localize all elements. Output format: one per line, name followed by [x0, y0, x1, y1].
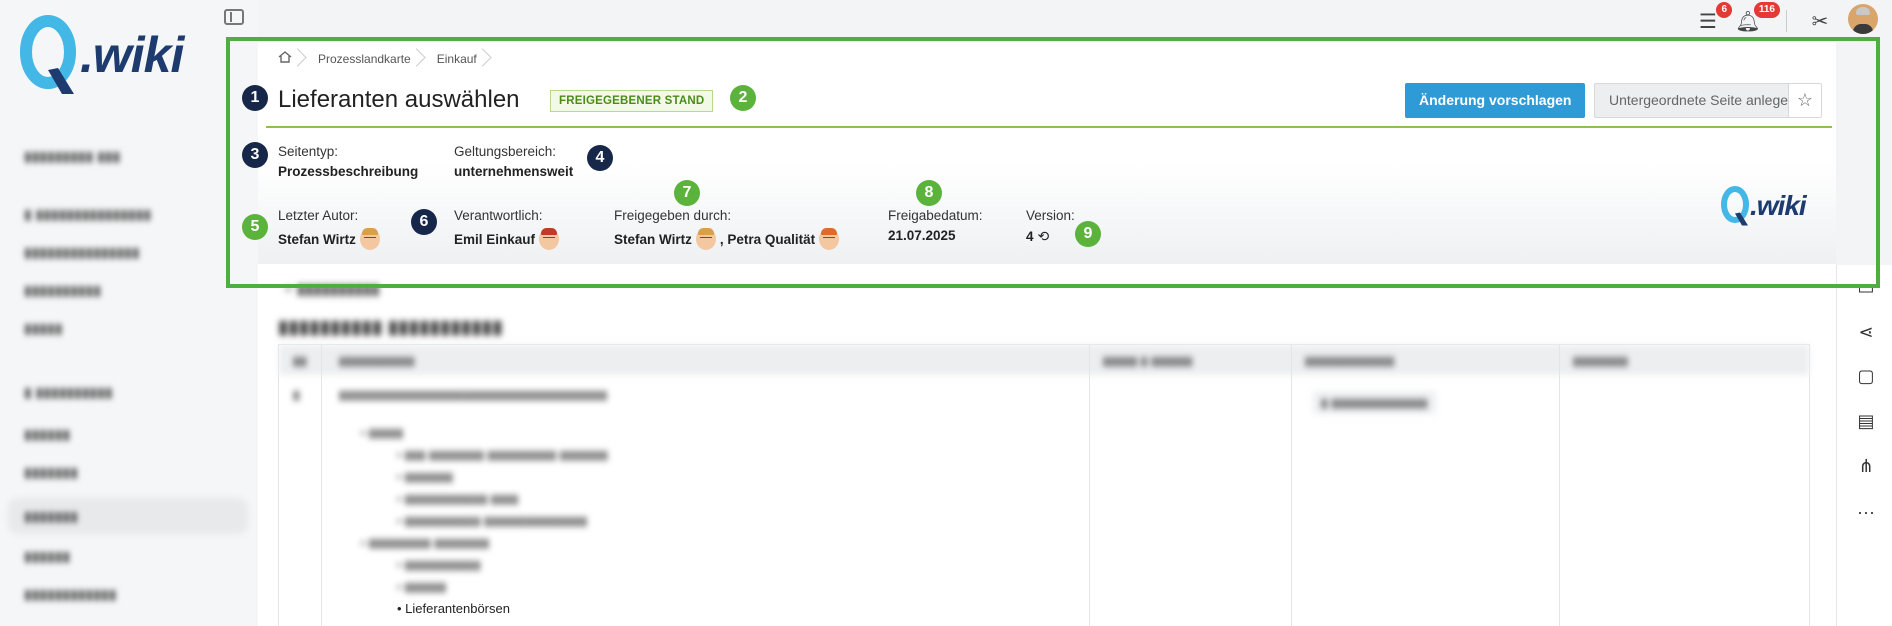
qwiki-logo[interactable]: .wiki: [18, 14, 184, 96]
collapsed-section[interactable]: + ▮▮▮▮▮▮▮▮▮▮: [284, 280, 379, 298]
main-content: Prozesslandkarte Einkauf Lieferanten aus…: [258, 42, 1836, 626]
share-icon[interactable]: ⋖: [1855, 321, 1877, 343]
meta-approved-by: Freigegeben durch: Stefan Wirtz , Petra …: [614, 208, 840, 250]
notifications-bell-icon[interactable]: 🔔︎ 116: [1734, 2, 1780, 36]
meta-value: 4: [1026, 229, 1034, 244]
sidebar-item-blurred[interactable]: ▮ ▮▮▮▮▮▮▮▮▮▮: [8, 374, 248, 410]
marker-3: 3: [242, 142, 268, 168]
suggest-change-button[interactable]: Änderung vorschlagen: [1405, 83, 1586, 118]
user-avatar-icon: [819, 228, 840, 250]
breadcrumb-item[interactable]: Einkauf: [425, 47, 491, 71]
list-item: • Lieferantenbörsen: [397, 601, 510, 616]
meta-label: Freigegeben durch:: [614, 208, 732, 223]
more-icon[interactable]: ···: [1855, 501, 1877, 523]
meta-label: Seitentyp:: [278, 144, 339, 159]
meta-value[interactable]: Emil Einkauf: [454, 232, 535, 247]
marker-1: 1: [242, 85, 268, 111]
meta-label: Geltungsbereich:: [454, 144, 557, 159]
marker-4: 4: [587, 145, 613, 171]
version-history-icon[interactable]: ⟲: [1038, 228, 1050, 245]
book-icon[interactable]: ▤: [1855, 410, 1877, 432]
meta-value: unternehmensweit: [454, 164, 574, 179]
notifications-badge: 116: [1753, 2, 1780, 18]
marker-8: 8: [916, 180, 942, 206]
favorite-star-icon[interactable]: ☆: [1788, 83, 1822, 118]
sidebar-item-blurred[interactable]: ▮▮▮▮▮▮▮▮▮▮: [8, 272, 248, 308]
process-table: ▮▮ ▮▮▮▮▮▮▮▮▮▮▮ ▮▮▮▮▮ ▮ ▮▮▮▮▮▮ ▮▮▮▮▮▮▮▮▮▮…: [278, 344, 1810, 626]
user-avatar-icon: [695, 228, 716, 250]
page-title: Lieferanten auswählen: [278, 86, 520, 113]
meta-page-type: Seitentyp: Prozessbeschreibung: [278, 144, 418, 179]
sidebar: .wiki ▮▮▮▮▮▮▮▮▮ ▮▮▮ ▮ ▮▮▮▮▮▮▮▮▮▮▮▮▮▮▮ ▮▮…: [0, 0, 258, 626]
breadcrumb-home[interactable]: [266, 47, 306, 71]
tasks-icon[interactable]: ☰ 6: [1694, 2, 1732, 36]
page-body: + ▮▮▮▮▮▮▮▮▮▮ ▮▮▮▮▮▮▮▮▮▮ ▮▮▮▮▮▮▮▮▮▮▮ ▮▮ ▮…: [258, 264, 1836, 626]
topbar-actions: ☰ 6 🔔︎ 116 ✂: [1672, 0, 1892, 42]
sidebar-item-blurred[interactable]: ▮ ▮▮▮▮▮▮▮▮▮▮▮▮▮▮▮: [8, 196, 248, 232]
breadcrumb: Prozesslandkarte Einkauf: [266, 44, 491, 74]
meta-label: Verantwortlich:: [454, 208, 543, 223]
app: .wiki ▮▮▮▮▮▮▮▮▮ ▮▮▮ ▮ ▮▮▮▮▮▮▮▮▮▮▮▮▮▮▮ ▮▮…: [0, 0, 1892, 626]
home-icon: [278, 51, 292, 63]
meta-label: Letzter Autor:: [278, 208, 359, 223]
logo-text: .wiki: [1750, 190, 1807, 221]
marker-9: 9: [1075, 221, 1101, 247]
status-badge: FREIGEGEBENER STAND: [550, 90, 714, 112]
user-avatar-icon: [539, 228, 560, 250]
meta-value: Prozessbeschreibung: [278, 164, 419, 179]
meta-value[interactable]: Stefan Wirtz: [614, 232, 692, 247]
sidebar-item-blurred[interactable]: ▮▮▮▮▮: [8, 310, 248, 346]
tools-icon[interactable]: ✂: [1806, 8, 1834, 36]
sidebar-item-blurred[interactable]: ▮▮▮▮▮▮: [8, 538, 248, 574]
meta-label: Version:: [1026, 208, 1075, 223]
org-chart-icon[interactable]: ⋔: [1855, 455, 1877, 477]
sidebar-item-blurred[interactable]: ▮▮▮▮▮▮: [8, 416, 248, 452]
meta-scope: Geltungsbereich: unternehmensweit: [454, 144, 573, 179]
divider: [1786, 10, 1787, 32]
marker-6: 6: [411, 209, 437, 235]
meta-responsible: Verantwortlich: Emil Einkauf: [454, 208, 560, 250]
meta-value[interactable]: , Petra Qualität: [720, 232, 815, 247]
marker-2: 2: [730, 85, 756, 111]
logo-text: .wiki: [80, 27, 184, 83]
sidebar-item-blurred[interactable]: ▮▮▮▮▮▮▮▮▮▮▮▮: [8, 576, 248, 612]
sidebar-toggle-icon[interactable]: [224, 9, 244, 25]
meta-value[interactable]: Stefan Wirtz: [278, 232, 356, 247]
title-divider: [266, 126, 1832, 128]
create-subpage-button[interactable]: Untergeordnete Seite anlegen: [1594, 83, 1811, 118]
marker-5: 5: [242, 214, 268, 240]
sidebar-item-blurred[interactable]: ▮▮▮▮▮▮▮: [8, 454, 248, 490]
qwiki-q-logo-icon: [1721, 186, 1749, 226]
sidebar-item-active[interactable]: ▮▮▮▮▮▮▮: [8, 498, 248, 534]
qwiki-logo-small: .wiki: [1720, 184, 1807, 228]
user-avatar-icon: [359, 228, 380, 250]
section-heading: ▮▮▮▮▮▮▮▮▮▮ ▮▮▮▮▮▮▮▮▮▮▮: [278, 317, 503, 338]
layers-icon[interactable]: ▢: [1855, 365, 1877, 387]
sidebar-item-blurred[interactable]: ▮▮▮▮▮▮▮▮▮▮▮▮▮▮▮: [8, 234, 248, 270]
meta-label: Freigabedatum:: [888, 208, 983, 223]
tasks-badge: 6: [1716, 2, 1732, 18]
qwiki-q-logo-icon: [20, 15, 76, 94]
sidebar-item-blurred[interactable]: ▮▮▮▮▮▮▮▮▮ ▮▮▮: [8, 138, 248, 174]
marker-7: 7: [674, 180, 700, 206]
meta-last-author: Letzter Autor: Stefan Wirtz: [278, 208, 380, 250]
comments-icon[interactable]: ▭: [1855, 277, 1877, 299]
page-header: Prozesslandkarte Einkauf Lieferanten aus…: [258, 42, 1836, 264]
meta-value: 21.07.2025: [888, 228, 956, 243]
user-avatar[interactable]: [1848, 4, 1878, 34]
meta-approval-date: Freigabedatum: 21.07.2025: [888, 208, 983, 243]
breadcrumb-item[interactable]: Prozesslandkarte: [306, 47, 425, 71]
right-rail: ▭ ⋖ ▢ ▤ ⋔ ···: [1836, 265, 1892, 626]
meta-version: Version: 4 ⟲: [1026, 208, 1075, 245]
